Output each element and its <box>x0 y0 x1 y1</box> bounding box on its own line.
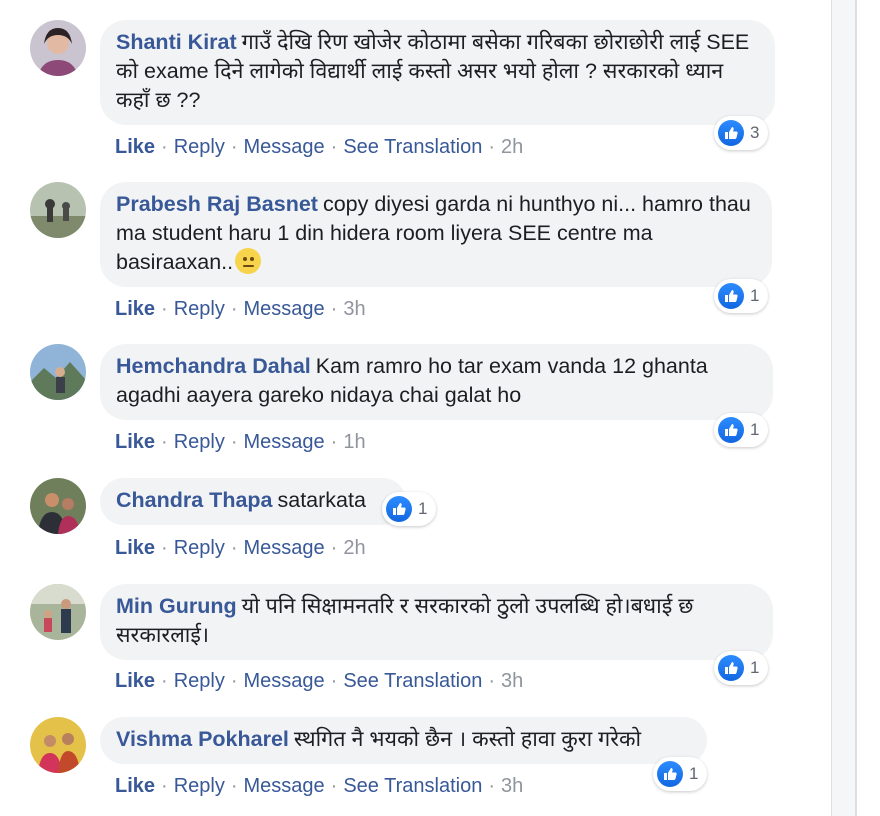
reply-link[interactable]: Reply <box>174 298 225 320</box>
comment-actions: Like · Reply · Message · See Translation · 3h <box>115 775 523 798</box>
avatar[interactable] <box>30 584 86 640</box>
separator-dot: · <box>230 136 238 158</box>
avatar[interactable] <box>30 344 86 400</box>
reaction-count: 1 <box>750 420 760 439</box>
separator-dot: · <box>330 775 338 797</box>
separator-dot: · <box>230 537 238 559</box>
avatar[interactable] <box>30 20 86 76</box>
like-thumb-icon <box>718 417 744 443</box>
separator-dot: · <box>230 775 238 797</box>
separator-dot: · <box>230 431 238 453</box>
separator-dot: · <box>330 670 338 692</box>
message-link[interactable]: Message <box>244 775 325 797</box>
separator-dot: · <box>161 537 168 559</box>
like-thumb-icon <box>718 655 744 681</box>
reaction-count: 3 <box>750 123 760 142</box>
separator-dot: · <box>330 298 338 320</box>
message-link[interactable]: Message <box>244 537 325 559</box>
reaction-count: 1 <box>750 286 760 305</box>
reaction-badge[interactable]: 1 <box>653 757 708 791</box>
comment-bubble: Prabesh Raj Basnet copy diyesi garda ni h… <box>100 182 772 287</box>
comment-bubble: Hemchandra Dahal Kam ramro ho tar exam va… <box>100 344 773 420</box>
reaction-badge[interactable]: 1 <box>714 279 769 313</box>
avatar[interactable] <box>30 478 86 534</box>
comment-author[interactable]: Min Gurung <box>116 594 237 618</box>
separator-dot: · <box>230 670 238 692</box>
comment-timestamp[interactable]: 2h <box>501 136 523 158</box>
separator-dot: · <box>488 775 495 797</box>
separator-dot: · <box>161 136 168 158</box>
like-thumb-icon <box>386 496 412 522</box>
separator-dot: · <box>488 136 495 158</box>
reaction-badge[interactable]: 3 <box>714 116 769 150</box>
separator-dot: · <box>330 136 338 158</box>
reply-link[interactable]: Reply <box>174 136 225 158</box>
like-link[interactable]: Like <box>115 670 155 692</box>
slightly-smiling-face-icon <box>235 248 262 274</box>
comment-author[interactable]: Hemchandra Dahal <box>116 354 311 378</box>
separator-dot: · <box>330 431 338 453</box>
comment-bubble: Shanti Kirat गाउँ देखि रिण खोजेर कोठामा ब… <box>100 20 775 125</box>
comment-author[interactable]: Prabesh Raj Basnet <box>116 192 318 216</box>
avatar[interactable] <box>30 182 86 238</box>
see-translation-link[interactable]: See Translation <box>343 670 482 692</box>
comment-timestamp[interactable]: 1h <box>343 431 365 453</box>
reaction-count: 1 <box>689 764 699 783</box>
comment-author[interactable]: Shanti Kirat <box>116 30 237 54</box>
like-link[interactable]: Like <box>115 431 155 453</box>
separator-dot: · <box>230 298 238 320</box>
panel-divider <box>855 0 857 816</box>
separator-dot: · <box>161 670 168 692</box>
message-link[interactable]: Message <box>244 298 325 320</box>
comment-text: satarkata <box>277 488 366 512</box>
avatar[interactable] <box>30 717 86 773</box>
reaction-badge[interactable]: 1 <box>714 413 769 447</box>
comment-author[interactable]: Vishma Pokharel <box>116 727 289 751</box>
message-link[interactable]: Message <box>244 136 325 158</box>
like-thumb-icon <box>718 283 744 309</box>
like-link[interactable]: Like <box>115 298 155 320</box>
see-translation-link[interactable]: See Translation <box>343 136 482 158</box>
comment-timestamp[interactable]: 3h <box>501 670 523 692</box>
reply-link[interactable]: Reply <box>174 775 225 797</box>
comment-actions: Like · Reply · Message · 1h <box>115 431 366 454</box>
comment-actions: Like · Reply · Message · See Translation · 2h <box>115 136 523 159</box>
comment-bubble: Vishma Pokharel स्थगित नै भयको छैन । कस्त… <box>100 717 707 764</box>
comment-bubble: Chandra Thapa satarkata <box>100 478 406 525</box>
separator-dot: · <box>161 431 168 453</box>
separator-dot: · <box>488 670 495 692</box>
like-link[interactable]: Like <box>115 537 155 559</box>
like-thumb-icon <box>718 120 744 146</box>
comment-timestamp[interactable]: 2h <box>343 537 365 559</box>
comment-bubble: Min Gurung यो पनि सिक्षामनतरि र सरकारको ठ… <box>100 584 773 660</box>
reaction-count: 1 <box>750 658 760 677</box>
see-translation-link[interactable]: See Translation <box>343 775 482 797</box>
comment-timestamp[interactable]: 3h <box>343 298 365 320</box>
separator-dot: · <box>330 537 338 559</box>
scrollbar-track[interactable] <box>831 0 855 816</box>
comment-actions: Like · Reply · Message · See Translation · 3h <box>115 670 523 693</box>
comment-author[interactable]: Chandra Thapa <box>116 488 273 512</box>
message-link[interactable]: Message <box>244 431 325 453</box>
comment-actions: Like · Reply · Message · 2h <box>115 537 366 560</box>
reaction-badge[interactable]: 1 <box>714 651 769 685</box>
separator-dot: · <box>161 298 168 320</box>
reply-link[interactable]: Reply <box>174 537 225 559</box>
comment-text: स्थगित नै भयको छैन । कस्तो हावा कुरा गरे… <box>293 727 642 751</box>
reaction-badge[interactable]: 1 <box>382 492 437 526</box>
separator-dot: · <box>161 775 168 797</box>
like-link[interactable]: Like <box>115 136 155 158</box>
reaction-count: 1 <box>418 499 428 518</box>
message-link[interactable]: Message <box>244 670 325 692</box>
reply-link[interactable]: Reply <box>174 431 225 453</box>
reply-link[interactable]: Reply <box>174 670 225 692</box>
like-link[interactable]: Like <box>115 775 155 797</box>
comment-actions: Like · Reply · Message · 3h <box>115 298 366 321</box>
like-thumb-icon <box>657 761 683 787</box>
comment-timestamp[interactable]: 3h <box>501 775 523 797</box>
